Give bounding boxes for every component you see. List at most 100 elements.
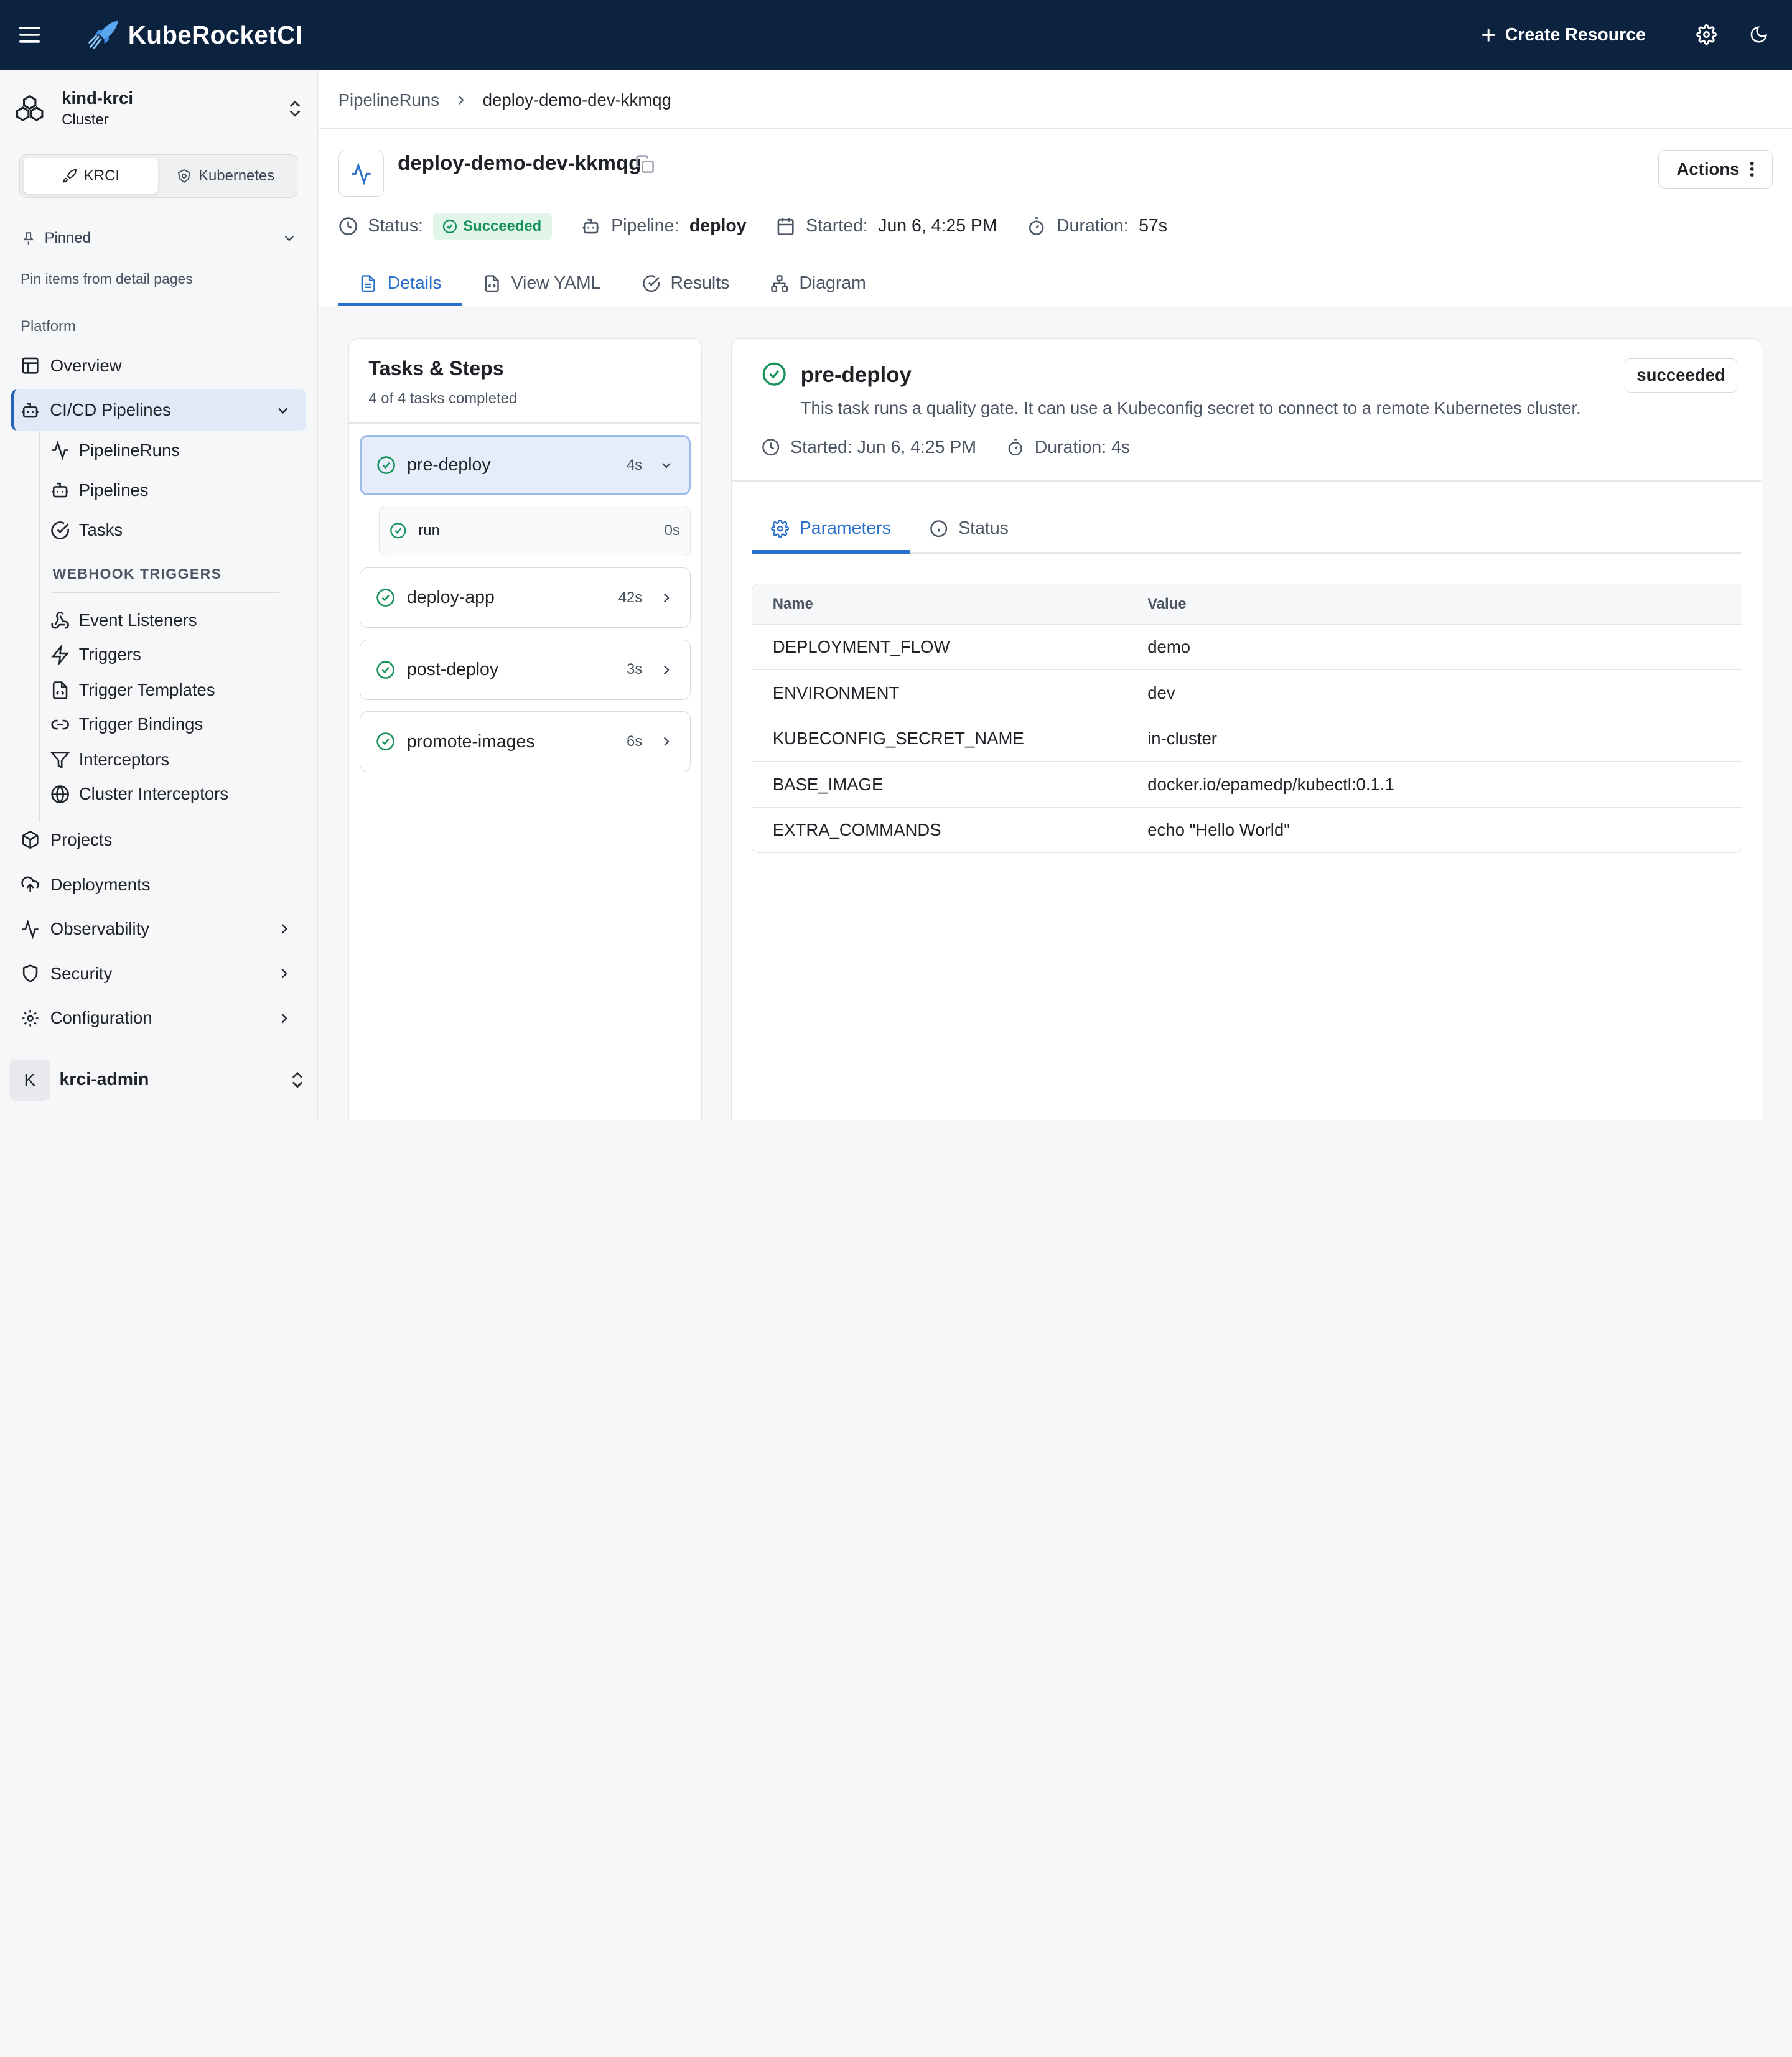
sidebar-item-cluster-interceptors[interactable]: Cluster Interceptors — [50, 777, 291, 811]
tab-results[interactable]: Results — [622, 262, 750, 306]
actions-button[interactable]: Actions — [1658, 149, 1773, 189]
nav-item-overview[interactable]: Overview — [11, 345, 306, 386]
nav-item-label: Configuration — [50, 1008, 152, 1028]
chevron-down-icon — [284, 236, 294, 241]
tab-label: Status — [958, 518, 1009, 539]
task-detail-tabs: Parameters Status — [751, 506, 1742, 554]
breadcrumb-link-pipelineruns[interactable]: PipelineRuns — [338, 90, 439, 110]
status-label: Status: — [368, 216, 423, 236]
pipeline-link[interactable]: deploy — [689, 216, 747, 236]
task-item-promote-images[interactable]: promote-images 6s — [359, 711, 691, 772]
check-circle-icon — [376, 732, 395, 751]
param-value: docker.io/epamedp/kubectl:0.1.1 — [1147, 774, 1394, 794]
copy-icon[interactable] — [635, 154, 655, 174]
task-duration: 6s — [627, 733, 643, 750]
cluster-type: Cluster — [62, 111, 109, 129]
param-value: demo — [1147, 637, 1191, 657]
chevron-right-icon — [663, 593, 670, 602]
tab-parameters[interactable]: Parameters — [751, 506, 911, 554]
user-name: krci-admin — [59, 1070, 149, 1090]
sidebar-item-triggers[interactable]: Triggers — [50, 638, 291, 672]
zap-icon — [50, 645, 69, 665]
tab-details[interactable]: Details — [338, 262, 463, 307]
sidebar-item-event-listeners[interactable]: Event Listeners — [50, 604, 291, 638]
gear-icon — [22, 1010, 39, 1027]
avatar: K — [9, 1059, 50, 1101]
check-circle-icon — [642, 274, 660, 292]
table-row: BASE_IMAGE docker.io/epamedp/kubectl:0.1… — [752, 761, 1742, 806]
task-meta: Started: Jun 6, 4:25 PM Duration: 4s — [762, 437, 1160, 458]
chevron-right-icon — [281, 924, 287, 934]
divider — [52, 592, 279, 594]
sidebar-item-label: Pipelines — [78, 480, 149, 500]
nav-item-cicd-pipelines[interactable]: CI/CD Pipelines — [11, 389, 307, 431]
nav-item-projects[interactable]: Projects — [11, 819, 306, 861]
check-circle-icon — [376, 661, 395, 679]
tab-status[interactable]: Status — [910, 506, 1028, 551]
chevron-down-icon — [661, 462, 671, 469]
switch-krci[interactable]: KRCI — [23, 158, 159, 194]
task-detail-panel: pre-deploy succeeded This task runs a qu… — [731, 338, 1763, 1120]
step-item-run[interactable]: run 0s — [378, 505, 691, 556]
hamburger-menu-icon[interactable] — [0, 0, 60, 70]
submenu-guide-line — [39, 431, 40, 822]
tab-label: Diagram — [799, 273, 866, 293]
app-root: KubeRocketCI + Create Resource kind-krci… — [0, 0, 1792, 1120]
pinned-section[interactable]: Pinned — [21, 230, 297, 247]
nav-item-configuration[interactable]: Configuration — [11, 997, 306, 1038]
column-header-value: Value — [1147, 595, 1187, 612]
switch-kubernetes-label: Kubernetes — [198, 167, 275, 184]
info-icon — [930, 520, 948, 537]
task-item-pre-deploy[interactable]: pre-deploy 4s — [359, 434, 691, 496]
activity-icon — [22, 919, 39, 939]
chevron-right-icon — [281, 969, 287, 979]
pipeline-label: Pipeline: — [611, 216, 679, 236]
switch-kubernetes[interactable]: Kubernetes — [158, 158, 293, 194]
task-item-post-deploy[interactable]: post-deploy 3s — [359, 639, 691, 701]
sidebar-item-label: Triggers — [78, 645, 141, 665]
gear-icon[interactable] — [1680, 0, 1732, 70]
param-name: DEPLOYMENT_FLOW — [772, 637, 950, 657]
tab-view-yaml[interactable]: View YAML — [462, 262, 622, 306]
brand[interactable]: KubeRocketCI — [87, 17, 303, 52]
task-detail-title: pre-deploy — [800, 363, 912, 388]
status-value: Succeeded — [463, 217, 542, 235]
file-code-icon — [485, 275, 499, 292]
globe-icon — [51, 785, 69, 804]
duration-value: 57s — [1139, 216, 1167, 236]
sidebar-item-trigger-bindings[interactable]: Trigger Bindings — [50, 707, 291, 742]
create-resource-button[interactable]: + Create Resource — [1481, 22, 1645, 47]
nav-item-deployments[interactable]: Deployments — [11, 864, 306, 905]
sidebar-item-trigger-templates[interactable]: Trigger Templates — [50, 673, 291, 707]
sidebar-item-label: Interceptors — [78, 750, 170, 770]
user-menu[interactable]: K krci-admin — [9, 1057, 307, 1103]
sidebar-item-pipelines[interactable]: Pipelines — [50, 473, 291, 507]
sidebar-item-interceptors[interactable]: Interceptors — [50, 743, 291, 777]
more-vertical-icon — [1750, 161, 1754, 177]
sidebar-item-label: Trigger Templates — [78, 680, 215, 700]
task-name: promote-images — [406, 731, 535, 752]
tab-diagram[interactable]: Diagram — [750, 262, 887, 306]
chevron-up-down-icon — [289, 100, 301, 117]
sidebar-item-pipelineruns[interactable]: PipelineRuns — [50, 433, 291, 467]
step-duration: 0s — [664, 522, 680, 539]
rocket-logo-icon — [88, 21, 118, 50]
divider — [349, 422, 701, 424]
param-name: BASE_IMAGE — [772, 774, 884, 794]
top-bar: KubeRocketCI + Create Resource — [0, 0, 1792, 70]
bot-icon — [22, 403, 39, 418]
task-status-badge: succeeded — [1624, 358, 1738, 393]
check-circle-icon — [390, 523, 406, 539]
task-duration: Duration: 4s — [1034, 437, 1131, 457]
task-item-deploy-app[interactable]: deploy-app 42s — [359, 567, 691, 628]
task-duration: 3s — [627, 661, 643, 678]
bot-icon — [583, 218, 600, 234]
task-description: This task runs a quality gate. It can us… — [800, 398, 1581, 418]
sidebar-item-tasks[interactable]: Tasks — [50, 513, 291, 548]
nav-item-observability[interactable]: Observability — [11, 908, 306, 949]
moon-icon[interactable] — [1732, 0, 1785, 70]
cluster-selector[interactable]: kind-krci Cluster — [14, 86, 306, 131]
nav-item-security[interactable]: Security — [11, 953, 306, 994]
rocket-icon — [63, 169, 77, 183]
cloud-upload-icon — [21, 876, 39, 892]
